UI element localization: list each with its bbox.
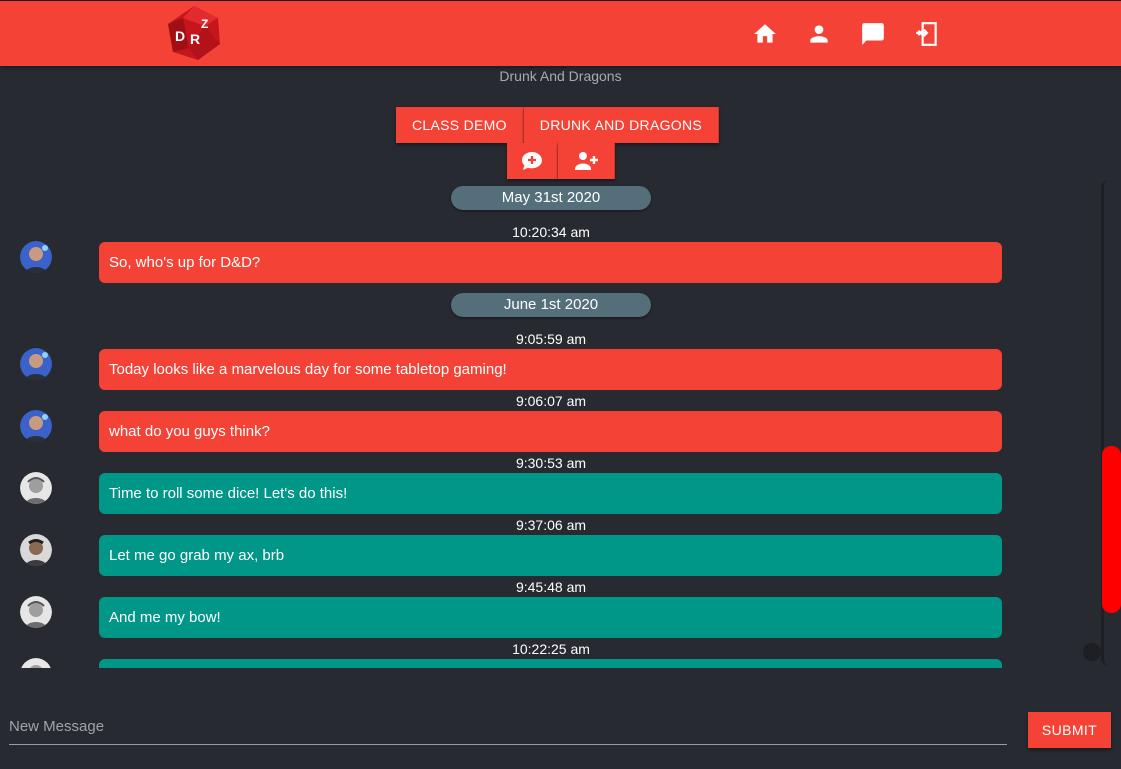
message-time: 9:06:07 am <box>515 393 587 409</box>
scroll-knob[interactable] <box>1083 643 1101 661</box>
new-message-input[interactable] <box>9 708 1007 745</box>
message-time: 9:37:06 am <box>515 517 587 533</box>
group-tabs: Class Demo Drunk And Dragons <box>0 107 1121 143</box>
avatar-user-1 <box>20 241 52 273</box>
message-time: 10:20:34 am <box>512 224 590 240</box>
message-time: 9:05:59 am <box>515 331 587 347</box>
message-time: 9:30:53 am <box>515 455 587 471</box>
chat-icon[interactable] <box>860 21 886 47</box>
avatar-user-3 <box>20 534 52 566</box>
avatar-user-1 <box>20 348 52 380</box>
group-title: Drunk And Dragons <box>499 68 622 84</box>
new-chat-icon <box>522 152 542 170</box>
chat-message: And me my bow! <box>99 597 1002 638</box>
top-app-bar: D R Z <box>0 0 1121 66</box>
add-user-button[interactable] <box>558 143 615 179</box>
avatar-user-1 <box>20 410 52 442</box>
chat-message: what do you guys think? <box>99 411 1002 452</box>
app-logo[interactable]: D R Z <box>165 4 223 62</box>
message-time: 9:45:48 am <box>515 579 587 595</box>
message-time: 10:22:25 am <box>512 641 590 657</box>
chat-message: So, who's up for D&D? <box>99 242 1002 283</box>
avatar-user-2 <box>20 658 52 668</box>
add-user-icon <box>575 152 598 170</box>
avatar-user-2 <box>20 596 52 628</box>
logo-letter-z: Z <box>201 17 208 31</box>
chat-message: Time to roll some dice! Let's do this! <box>99 473 1002 514</box>
chat-message: Let me go grab my ax, brb <box>99 535 1002 576</box>
submit-button[interactable]: Submit <box>1028 712 1111 748</box>
chat-message: Today looks like a marvelous day for som… <box>99 349 1002 390</box>
user-icon[interactable] <box>806 21 832 47</box>
chat-scrollbar-thumb[interactable] <box>1102 446 1121 613</box>
chat-message <box>99 659 1002 668</box>
date-divider: June 1st 2020 <box>451 293 651 317</box>
logout-icon[interactable] <box>914 21 940 47</box>
home-icon[interactable] <box>752 21 778 47</box>
logo-letter-d: D <box>175 28 185 44</box>
tab-drunk-and-dragons[interactable]: Drunk And Dragons <box>523 107 720 143</box>
date-divider: May 31st 2020 <box>451 186 651 210</box>
chat-messages[interactable]: May 31st 2020 10:20:34 am So, who's up f… <box>0 182 1090 668</box>
new-chat-button[interactable] <box>507 143 558 179</box>
group-actions <box>507 143 615 179</box>
avatar-user-2 <box>20 472 52 504</box>
logo-letter-r: R <box>190 31 200 47</box>
tab-class-demo[interactable]: Class Demo <box>395 107 524 143</box>
